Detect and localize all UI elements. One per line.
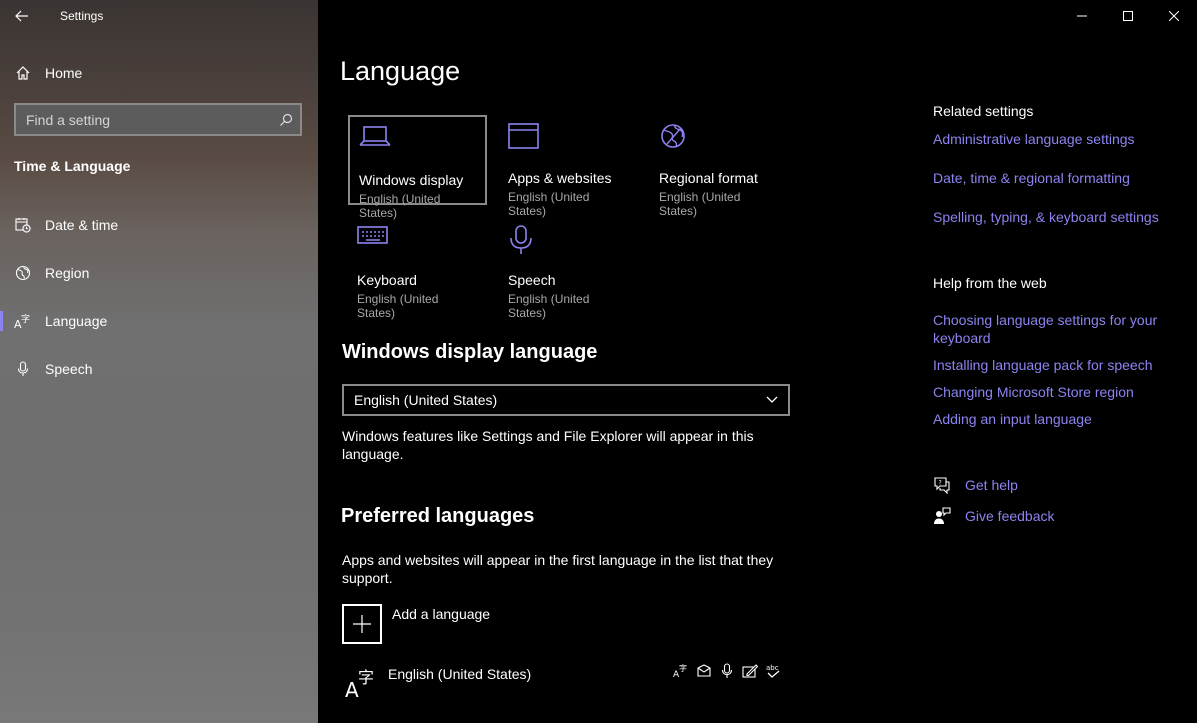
link-administrative-language-settings[interactable]: Administrative language settings [933, 130, 1193, 148]
home-icon [16, 66, 29, 80]
speech-recognition-feature-icon [718, 662, 735, 680]
dropdown-value: English (United States) [354, 392, 498, 408]
add-language-label[interactable]: Add a language [392, 606, 490, 622]
app-title: Settings [60, 9, 104, 23]
close-button[interactable] [1151, 0, 1197, 32]
tile-title: Regional format [659, 170, 758, 186]
nav-home-label: Home [45, 65, 83, 81]
feedback-person-icon [934, 507, 951, 524]
tile-keyboard[interactable]: Keyboard English (United States) [348, 217, 487, 320]
sidebar: Settings Home Time & Language [0, 0, 318, 723]
display-language-description: Windows features like Settings and File … [342, 428, 754, 462]
plus-icon [353, 615, 371, 633]
sidebar-item-label: Language [45, 313, 108, 329]
related-settings-heading: Related settings [933, 103, 1034, 119]
display-language-heading: Windows display language [342, 341, 598, 363]
window-controls [1059, 0, 1197, 32]
tile-title: Keyboard [357, 272, 417, 288]
link-adding-input-language[interactable]: Adding an input language [933, 410, 1193, 428]
main-content: Language Windows display English (United… [318, 0, 1197, 723]
handwriting-feature-icon [741, 662, 758, 680]
globe-settings-icon [661, 124, 685, 148]
svg-text:字: 字 [358, 668, 374, 687]
search-icon[interactable] [279, 113, 293, 127]
give-feedback-link[interactable]: Give feedback [933, 507, 1055, 525]
give-feedback-label[interactable]: Give feedback [965, 508, 1055, 524]
maximize-button[interactable] [1105, 0, 1151, 32]
tile-subtitle: English (United States) [659, 190, 741, 218]
laptop-icon [359, 126, 391, 146]
search-box[interactable] [14, 103, 302, 136]
close-icon [1169, 11, 1179, 21]
get-help-link[interactable]: ? Get help [933, 476, 1018, 494]
page-title: Language [340, 56, 461, 86]
svg-text:?: ? [939, 480, 942, 487]
svg-text:A: A [345, 678, 359, 700]
back-button[interactable] [0, 0, 44, 32]
text-to-speech-feature-icon [695, 662, 712, 680]
tile-title: Speech [508, 272, 556, 288]
link-spelling-typing-keyboard-settings[interactable]: Spelling, typing, & keyboard settings [933, 208, 1193, 226]
tile-title: Apps & websites [508, 170, 612, 186]
tile-speech[interactable]: Speech English (United States) [499, 217, 638, 320]
globe-icon [15, 265, 30, 281]
sidebar-item-language[interactable]: A 字 Language [0, 301, 318, 341]
tile-regional-format[interactable]: Regional format English (United States) [650, 115, 789, 218]
tile-subtitle: English (United States) [357, 292, 439, 320]
keyboard-icon [357, 226, 388, 244]
tile-subtitle: English (United States) [508, 292, 590, 320]
svg-text:字: 字 [21, 313, 30, 325]
help-from-web-heading: Help from the web [933, 275, 1047, 291]
sidebar-item-date-time[interactable]: Date & time [0, 205, 318, 245]
microphone-icon [510, 225, 532, 254]
tile-subtitle: English (United States) [359, 192, 441, 220]
tile-title: Windows display [359, 172, 464, 188]
add-language-button[interactable] [342, 604, 382, 644]
sidebar-section-title: Time & Language [14, 158, 131, 174]
minimize-icon [1077, 15, 1087, 17]
language-item-icon: A 字 [344, 666, 378, 702]
link-date-time-regional-formatting[interactable]: Date, time & regional formatting [933, 169, 1193, 187]
maximize-icon [1123, 11, 1133, 21]
language-item-name[interactable]: English (United States) [388, 666, 531, 682]
language-feature-icons: A字 abc [672, 662, 781, 680]
minimize-button[interactable] [1059, 0, 1105, 32]
back-arrow-icon [15, 10, 28, 22]
display-language-feature-icon: A字 [672, 662, 689, 680]
preferred-languages-heading: Preferred languages [341, 505, 535, 527]
microphone-icon [17, 361, 28, 376]
sidebar-item-region[interactable]: Region [0, 253, 318, 293]
language-icon: A 字 [14, 313, 30, 329]
calendar-clock-icon [14, 218, 31, 233]
get-help-label[interactable]: Get help [965, 477, 1018, 493]
spellcheck-feature-icon: abc [764, 662, 781, 680]
preferred-languages-description: Apps and websites will appear in the fir… [342, 552, 774, 586]
link-choosing-language-settings[interactable]: Choosing language settings for your keyb… [933, 311, 1173, 347]
tile-subtitle: English (United States) [508, 190, 590, 218]
help-chat-icon: ? [934, 477, 950, 494]
search-input[interactable] [26, 111, 272, 128]
display-language-dropdown[interactable]: English (United States) [342, 384, 790, 416]
sidebar-item-label: Date & time [45, 217, 119, 233]
sidebar-item-label: Speech [45, 361, 93, 377]
chevron-down-icon [766, 396, 778, 403]
svg-text:abc: abc [766, 664, 779, 672]
link-changing-store-region[interactable]: Changing Microsoft Store region [933, 383, 1193, 401]
title-bar: Settings [0, 0, 318, 32]
sidebar-item-speech[interactable]: Speech [0, 349, 318, 389]
sidebar-item-label: Region [45, 265, 90, 281]
window-icon [508, 123, 539, 149]
active-indicator [0, 311, 3, 331]
nav-home[interactable]: Home [0, 56, 318, 90]
link-installing-language-pack[interactable]: Installing language pack for speech [933, 356, 1193, 374]
language-icon: A 字 [345, 668, 374, 702]
tile-apps-websites[interactable]: Apps & websites English (United States) [499, 115, 638, 218]
svg-text:字: 字 [679, 663, 687, 673]
tile-windows-display[interactable]: Windows display English (United States) [348, 115, 487, 220]
